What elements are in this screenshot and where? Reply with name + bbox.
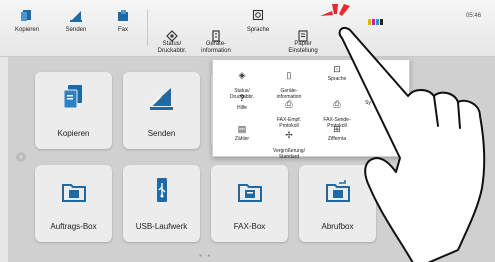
toolbar-paper-settings-label: Papier Einstellung xyxy=(288,41,318,54)
tile-job-box[interactable]: Auftrags-Box xyxy=(35,165,112,242)
chevron-left-icon: ‹ xyxy=(19,152,23,161)
page-indicator-dots: ● ● xyxy=(199,253,213,259)
fax-icon xyxy=(115,9,131,23)
status-icon xyxy=(164,16,180,42)
screen: Kopieren Senden Fax Status/ Druckabbr. G… xyxy=(0,0,495,262)
toolbar-status[interactable]: Status/ Druckabbr. xyxy=(150,9,194,55)
toolbar-language-label: Sprache xyxy=(246,27,270,33)
language-icon xyxy=(250,9,266,23)
tile-fax-box-label: FAX-Box xyxy=(233,222,266,231)
device-info-icon xyxy=(208,16,224,42)
tile-usb-label: USB-Laufwerk xyxy=(135,222,188,231)
tile-fax-box[interactable]: FAX-Box xyxy=(211,165,288,242)
tile-copy[interactable]: Kopieren xyxy=(35,72,112,149)
page-left-arrow[interactable]: ‹ xyxy=(16,152,26,162)
tap-highlight-icon xyxy=(320,4,350,16)
toolbar-fax[interactable]: Fax xyxy=(108,9,138,34)
toolbar-send[interactable]: Senden xyxy=(57,9,95,34)
toolbar-copy[interactable]: Kopieren xyxy=(8,9,46,34)
job-box-icon xyxy=(35,177,112,205)
copy-icon xyxy=(35,84,112,112)
menu-magnify-label: Vergrößerung/ Standard xyxy=(273,148,305,160)
toolbar-send-label: Senden xyxy=(65,27,87,33)
device-info-icon: ▯ xyxy=(286,70,292,80)
tile-copy-label: Kopieren xyxy=(57,129,90,138)
help-icon: ? xyxy=(239,93,245,103)
paper-icon xyxy=(295,16,311,42)
menu-counter[interactable]: ▤ Zähler xyxy=(218,124,266,142)
send-icon xyxy=(68,9,84,23)
status-icon: ◈ xyxy=(238,70,246,80)
fax-receive-log-icon: ⎙ xyxy=(285,99,293,109)
tile-send[interactable]: Senden xyxy=(123,72,200,149)
usb-icon xyxy=(123,177,200,205)
toolbar-paper-settings[interactable]: Papier Einstellung xyxy=(283,9,323,55)
counter-icon: ▤ xyxy=(237,124,247,134)
toolbar-device-info[interactable]: Geräte- information xyxy=(196,9,236,55)
magnify-icon: ✢ xyxy=(285,130,293,140)
menu-magnify[interactable]: ✢ Vergrößerung/ Standard xyxy=(265,124,313,160)
toolbar-fax-label: Fax xyxy=(117,27,128,33)
menu-counter-label: Zähler xyxy=(234,136,250,142)
fax-box-icon xyxy=(211,177,288,205)
copy-icon xyxy=(19,9,35,23)
menu-help-label: Hilfe xyxy=(236,105,247,111)
toolbar-divider xyxy=(147,10,148,46)
hand-pointer-illustration xyxy=(338,26,486,262)
send-icon xyxy=(123,84,200,112)
menu-help[interactable]: ? Hilfe xyxy=(218,93,266,111)
toolbar-status-label: Status/ Druckabbr. xyxy=(157,41,187,54)
toolbar-copy-label: Kopieren xyxy=(14,27,40,33)
toolbar-language[interactable]: Sprache xyxy=(241,9,275,34)
tile-send-label: Senden xyxy=(147,129,176,138)
toolbar-device-info-label: Geräte- information xyxy=(201,41,231,54)
tile-usb[interactable]: USB-Laufwerk xyxy=(123,165,200,242)
tile-job-box-label: Auftrags-Box xyxy=(50,222,97,231)
